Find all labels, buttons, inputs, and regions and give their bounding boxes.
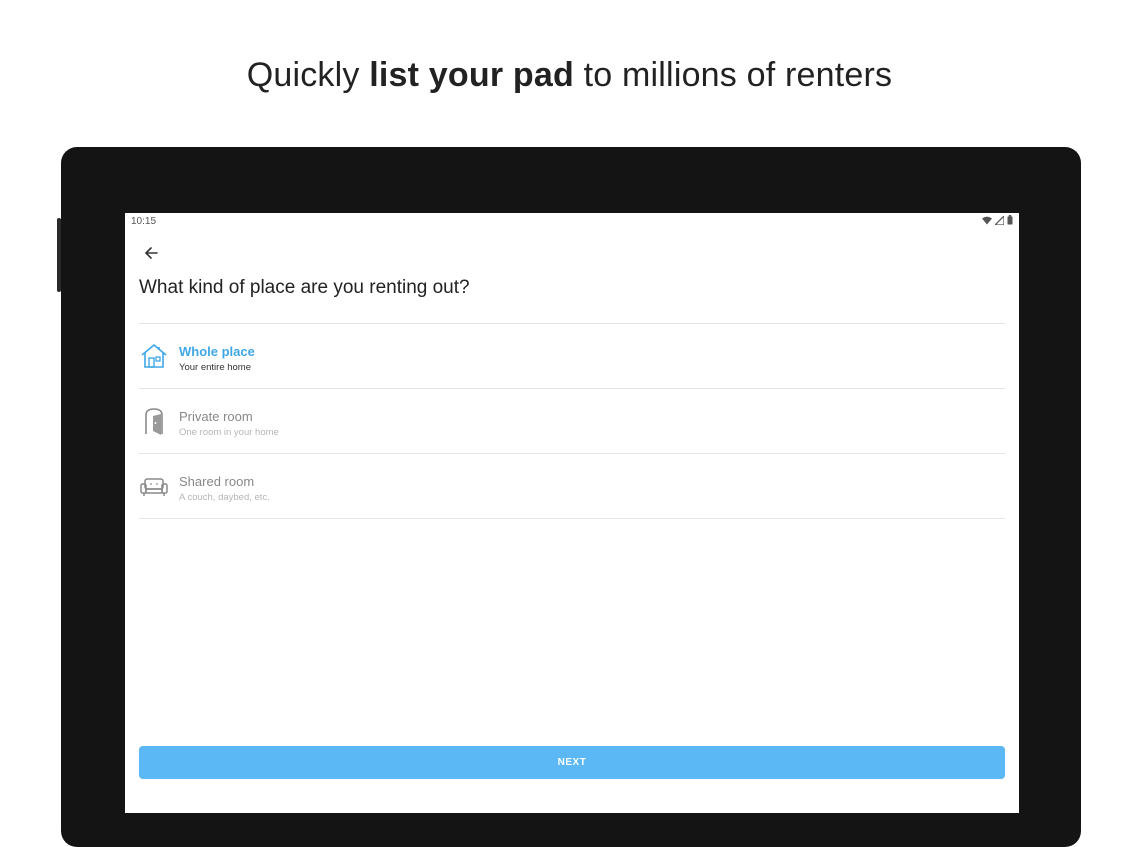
couch-icon xyxy=(140,478,168,496)
headline: Quickly list your pad to millions of ren… xyxy=(0,56,1139,95)
option-private-room[interactable]: Private room One room in your home xyxy=(139,388,1005,453)
status-bar: 10:15 xyxy=(125,213,1019,231)
option-title: Whole place xyxy=(179,344,255,359)
option-whole-place[interactable]: Whole place Your entire home xyxy=(139,323,1005,388)
back-arrow-icon xyxy=(145,247,158,259)
headline-bold: list your pad xyxy=(369,56,574,94)
house-icon xyxy=(141,344,167,368)
option-subtitle: One room in your home xyxy=(179,427,279,438)
page-question: What kind of place are you renting out? xyxy=(139,277,470,298)
battery-icon xyxy=(1007,215,1013,225)
headline-post: to millions of renters xyxy=(573,56,893,94)
place-type-options: Whole place Your entire home Private roo… xyxy=(139,323,1005,519)
status-icons xyxy=(982,215,1013,225)
next-button[interactable]: NEXT xyxy=(139,746,1005,779)
option-subtitle: A couch, daybed, etc. xyxy=(179,492,270,503)
wifi-icon xyxy=(982,216,992,224)
signal-icon xyxy=(995,215,1004,225)
back-button[interactable] xyxy=(141,243,161,263)
option-shared-room[interactable]: Shared room A couch, daybed, etc. xyxy=(139,453,1005,519)
option-subtitle: Your entire home xyxy=(179,362,252,373)
status-time: 10:15 xyxy=(131,216,157,227)
headline-pre: Quickly xyxy=(246,56,370,94)
device-screen: 10:15 What kind of place are you renting… xyxy=(125,213,1019,813)
option-title: Private room xyxy=(179,409,253,424)
door-icon xyxy=(145,408,163,435)
option-title: Shared room xyxy=(179,474,255,489)
